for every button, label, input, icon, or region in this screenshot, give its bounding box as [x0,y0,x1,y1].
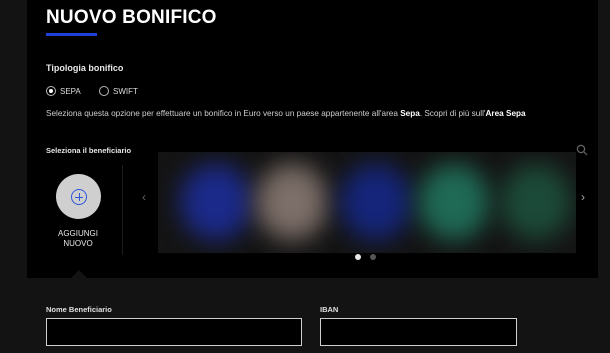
beneficiary-name-label: Nome Beneficiario [46,305,112,314]
beneficiary-card[interactable] [500,164,572,240]
add-label-line1: AGGIUNGI [57,229,98,238]
chevron-right-icon[interactable]: › [581,190,585,204]
add-label-line2: NUOVO [63,239,93,248]
beneficiary-card[interactable] [418,164,490,240]
radio-sepa-circle[interactable] [46,86,56,96]
beneficiary-carousel[interactable] [158,152,576,253]
transfer-type-description: Seleziona questa opzione per effettuare … [46,109,526,118]
iban-label: IBAN [320,305,339,314]
beneficiary-card[interactable] [256,164,328,240]
chevron-left-icon[interactable]: ‹ [142,190,146,204]
carousel-dot[interactable] [370,254,376,260]
description-prefix: Seleziona questa opzione per effettuare … [46,109,401,118]
add-beneficiary-label[interactable]: AGGIUNGI NUOVO [50,229,106,249]
radio-swift-circle[interactable] [99,86,109,96]
radio-swift-label: SWIFT [113,86,138,96]
description-sepa: Sepa [400,109,420,118]
area-sepa-link[interactable]: Area Sepa [486,109,526,118]
search-icon[interactable] [576,144,588,156]
radio-sepa-label: SEPA [60,86,81,96]
transfer-type-label: Tipologia bonifico [46,63,124,73]
right-margin [598,0,610,353]
selection-pointer [71,270,87,278]
beneficiary-card[interactable] [340,164,412,240]
page-title: NUOVO BONIFICO [46,7,217,28]
left-margin [0,0,27,353]
iban-input[interactable] [320,318,517,346]
carousel-divider [122,165,123,255]
radio-sepa[interactable]: SEPA [46,86,81,96]
beneficiary-label: Seleziona il beneficiario [46,146,132,155]
beneficiary-name-input[interactable] [46,318,302,346]
description-middle: . Scopri di più sull' [419,109,486,118]
title-underline [46,33,97,36]
add-beneficiary-button[interactable] [56,174,101,219]
beneficiary-card[interactable] [180,164,252,240]
carousel-dot-active[interactable] [355,254,361,260]
radio-swift[interactable]: SWIFT [99,86,138,96]
plus-icon [70,188,87,205]
